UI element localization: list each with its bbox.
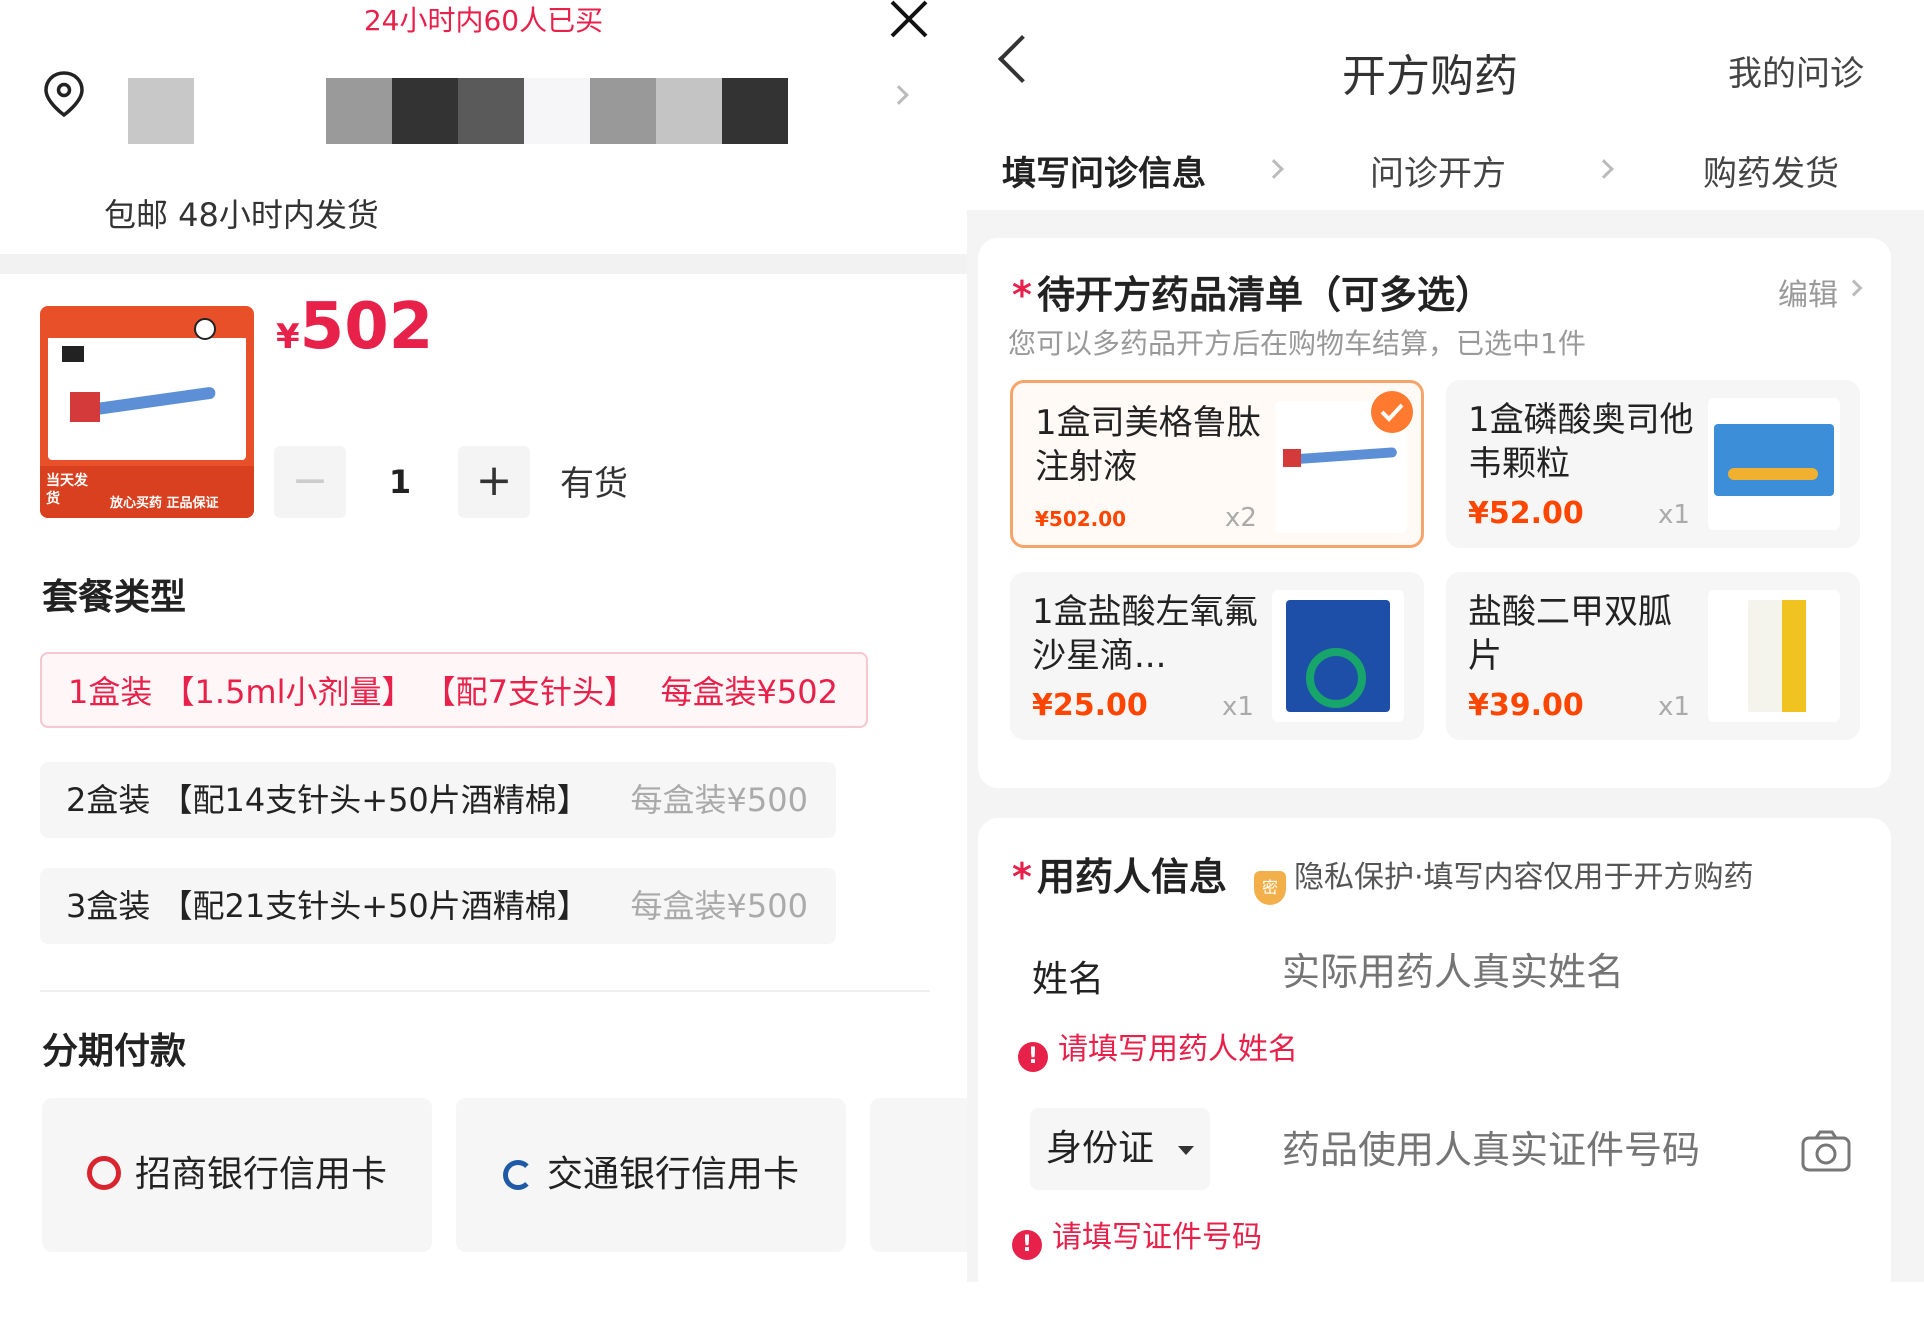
med-image: [1272, 590, 1404, 722]
med-image: [1708, 398, 1840, 530]
guarantee-tag: 放心买药 正品保证: [110, 496, 219, 511]
error-icon: !: [1018, 1042, 1048, 1072]
package-option-3[interactable]: 3盒装 【配21支针头+50片酒精棉】 每盒装¥500: [40, 868, 836, 944]
product-sheet-panel: 24小时内60人已买 包邮 48小时内发货 当天发货 放心买药 正品保证 ¥50…: [0, 0, 967, 1282]
patient-info-heading: * 用药人信息: [1012, 855, 1227, 899]
bank-option-comm[interactable]: 交通银行信用卡: [456, 1098, 846, 1252]
divider-line: [40, 990, 930, 992]
page-title: 开方购药: [1342, 51, 1518, 102]
chevron-right-icon[interactable]: [889, 85, 909, 105]
name-input[interactable]: [1282, 944, 1842, 1000]
address-redacted[interactable]: [128, 78, 788, 144]
step-fill-info: 填写问诊信息: [1002, 154, 1206, 194]
name-label: 姓名: [1032, 959, 1105, 1000]
progress-steps: 填写问诊信息 问诊开方 购药发货: [967, 110, 1924, 210]
med-item-metformin[interactable]: 盐酸二甲双胍片 ¥39.00 x1: [1446, 572, 1860, 740]
id-type-select[interactable]: 身份证: [1030, 1108, 1210, 1190]
required-star: *: [1012, 273, 1032, 317]
package-section-title: 套餐类型: [42, 577, 187, 618]
step-prescribe: 问诊开方: [1370, 154, 1506, 194]
chevron-right-icon: [1594, 159, 1614, 179]
package-option-2[interactable]: 2盒装 【配14支针头+50片酒精棉】 每盒装¥500: [40, 762, 836, 838]
quantity-value[interactable]: 1: [378, 446, 422, 518]
product-image[interactable]: 当天发货 放心买药 正品保证: [40, 306, 254, 518]
privacy-note: 密隐私保护·填写内容仅用于开方购药: [1254, 852, 1754, 905]
section-divider: [0, 254, 967, 274]
error-icon: !: [1012, 1230, 1042, 1260]
product-price: ¥502: [276, 290, 434, 364]
comm-bank-icon: [502, 1160, 533, 1190]
installment-title: 分期付款: [42, 1031, 187, 1072]
med-item-oseltamivir[interactable]: 1盒磷酸奥司他韦颗粒 ¥52.00 x1: [1446, 380, 1860, 548]
med-image: [1708, 590, 1840, 722]
package-option-1[interactable]: 1盒装 【1.5ml小剂量】 【配7支针头】 每盒装¥502: [40, 652, 868, 728]
same-day-tag: 当天发货: [46, 473, 88, 507]
cmb-bank-icon: [86, 1156, 121, 1190]
stock-status: 有货: [560, 464, 628, 504]
dropdown-caret-icon: [1178, 1146, 1194, 1155]
increase-quantity-button[interactable]: +: [458, 446, 530, 518]
med-list-note: 您可以多药品开方后在购物车结算，已选中1件: [1008, 327, 1586, 360]
location-pin-icon: [42, 70, 86, 118]
chevron-right-icon: [1264, 159, 1284, 179]
bank-option-more[interactable]: [870, 1098, 967, 1252]
name-error: ! 请填写用药人姓名: [1018, 1024, 1298, 1072]
checkmark-icon: [1371, 391, 1413, 433]
id-number-input[interactable]: [1282, 1122, 1722, 1178]
med-item-levofloxacin[interactable]: 1盒盐酸左氧氟沙星滴... ¥25.00 x1: [1010, 572, 1424, 740]
required-star: *: [1012, 855, 1032, 899]
med-item-semaglutide[interactable]: 1盒司美格鲁肽注射液 ¥502.00 x2: [1010, 380, 1424, 548]
id-error: ! 请填写证件号码: [1012, 1212, 1262, 1260]
decrease-quantity-button[interactable]: −: [274, 446, 346, 518]
camera-icon[interactable]: [1800, 1128, 1852, 1174]
purchase-count-banner: 24小时内60人已买: [363, 4, 604, 37]
step-ship: 购药发货: [1703, 154, 1839, 194]
med-list-heading: * 待开方药品清单（可多选）: [1012, 273, 1493, 317]
my-consultation-link[interactable]: 我的问诊: [1728, 46, 1864, 95]
shipping-info: 包邮 48小时内发货: [104, 196, 379, 234]
close-icon[interactable]: [884, 0, 934, 40]
edit-link[interactable]: 编辑: [1778, 270, 1838, 314]
bank-option-cmb[interactable]: 招商银行信用卡: [42, 1098, 432, 1252]
privacy-shield-icon: 密: [1254, 871, 1286, 905]
